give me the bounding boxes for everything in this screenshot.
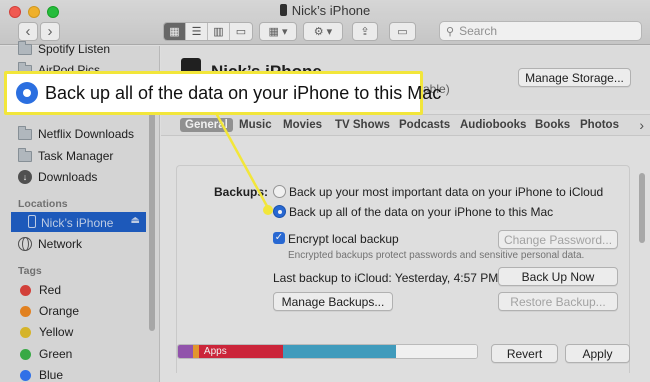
folder-icon (18, 125, 32, 140)
sidebar-tag-blue[interactable]: Blue (18, 365, 63, 382)
sidebar-scrollbar[interactable] (149, 96, 155, 331)
sidebar-heading-tags: Tags (18, 265, 42, 277)
sidebar-item-spotify-listen[interactable]: Spotify Listen (18, 39, 110, 59)
tab-movies[interactable]: Movies (283, 119, 322, 131)
encrypt-note: Encrypted backups protect passwords and … (288, 250, 585, 261)
iphone-icon (28, 215, 36, 228)
tag-button[interactable]: ▭ (389, 22, 416, 41)
device-tabs: General Music Movies TV Shows Podcasts A… (161, 114, 650, 136)
restore-backup-button[interactable]: Restore Backup... (498, 292, 618, 311)
sidebar-tag-orange[interactable]: Orange (18, 301, 79, 321)
globe-icon (18, 237, 32, 251)
sidebar-tag-green[interactable]: Green (18, 344, 72, 364)
storage-segment-teal (282, 345, 397, 358)
view-mode-control[interactable]: ▦ ☰ ▥ ▭ (163, 22, 253, 41)
tab-music[interactable]: Music (239, 119, 272, 131)
manage-storage-button[interactable]: Manage Storage... (518, 68, 631, 87)
share-button[interactable]: ⇪ (352, 22, 378, 41)
tab-photos[interactable]: Photos (580, 119, 619, 131)
iphone-icon (279, 4, 287, 16)
backup-icloud-radio[interactable] (273, 185, 286, 198)
tab-tv-shows[interactable]: TV Shows (335, 119, 390, 131)
tag-color-icon (20, 284, 31, 296)
icon-view-icon[interactable]: ▦ (164, 23, 186, 40)
backup-mac-radio[interactable] (273, 205, 286, 218)
callout-box: Back up all of the data on your iPhone t… (4, 71, 441, 115)
gear-icon: ⚙ ▾ (313, 26, 333, 38)
revert-button[interactable]: Revert (491, 344, 558, 363)
encrypt-backup-label[interactable]: Encrypt local backup (288, 232, 399, 246)
storage-segment-apps: Apps (198, 345, 283, 358)
tag-color-icon (20, 369, 31, 381)
window-title: Nick’s iPhone (0, 3, 650, 18)
manage-backups-button[interactable]: Manage Backups... (273, 292, 393, 311)
action-button[interactable]: ⚙ ▾ (303, 22, 343, 41)
tab-podcasts[interactable]: Podcasts (399, 119, 450, 131)
storage-segment-purple (178, 345, 193, 358)
tag-icon: ▭ (397, 26, 408, 38)
search-input[interactable] (459, 24, 630, 38)
tabs-more-chevron-icon[interactable]: › (639, 117, 644, 133)
sidebar-item-downloads[interactable]: ↓ Downloads (18, 167, 97, 187)
change-password-button[interactable]: Change Password... (498, 230, 618, 249)
search-field[interactable]: ⚲ (439, 21, 642, 41)
folder-icon (18, 40, 32, 55)
sidebar-item-task-manager[interactable]: Task Manager (18, 146, 113, 166)
list-view-icon[interactable]: ☰ (186, 23, 208, 40)
radio-selected-icon (16, 82, 38, 104)
column-view-icon[interactable]: ▥ (208, 23, 230, 40)
tag-color-icon (20, 305, 31, 317)
gallery-view-icon[interactable]: ▭ (230, 23, 252, 40)
sidebar-heading-locations: Locations (18, 198, 68, 210)
sidebar-tag-red[interactable]: Red (18, 280, 61, 300)
finder-window: Nick’s iPhone ‹ › ▦ ☰ ▥ ▭ ▦ ▾ ⚙ ▾ ⇪ ▭ ⚲ … (0, 0, 650, 382)
share-icon: ⇪ (360, 26, 370, 38)
callout-text: Back up all of the data on your iPhone t… (45, 82, 442, 103)
sidebar-item-netflix-downloads[interactable]: Netflix Downloads (18, 124, 134, 144)
sidebar-item-network[interactable]: Network (18, 234, 82, 254)
storage-segment-free (396, 345, 477, 358)
grid-icon: ▦ ▾ (268, 26, 288, 38)
tag-color-icon (20, 326, 31, 338)
storage-bar: Apps (177, 344, 478, 359)
backup-mac-label[interactable]: Back up all of the data on your iPhone t… (289, 205, 553, 219)
group-by-button[interactable]: ▦ ▾ (259, 22, 297, 41)
last-backup-text: Last backup to iCloud: Yesterday, 4:57 P… (273, 271, 499, 285)
content-scrollbar[interactable] (639, 173, 645, 243)
apply-button[interactable]: Apply (565, 344, 630, 363)
sidebar-item-nicks-iphone[interactable]: Nick’s iPhone ⏏ (11, 212, 146, 232)
sidebar-tag-yellow[interactable]: Yellow (18, 322, 73, 342)
backup-icloud-label[interactable]: Back up your most important data on your… (289, 185, 603, 199)
search-icon: ⚲ (446, 25, 455, 38)
eject-icon[interactable]: ⏏ (131, 215, 140, 226)
encrypt-backup-checkbox[interactable]: ✓ (273, 232, 285, 244)
tab-general[interactable]: General (180, 118, 233, 132)
tag-color-icon (20, 348, 31, 360)
tab-audiobooks[interactable]: Audiobooks (460, 119, 526, 131)
download-icon: ↓ (18, 170, 32, 184)
tab-books[interactable]: Books (535, 119, 570, 131)
folder-icon (18, 147, 32, 162)
back-up-now-button[interactable]: Back Up Now (498, 267, 618, 286)
backups-label: Backups: (214, 185, 269, 199)
